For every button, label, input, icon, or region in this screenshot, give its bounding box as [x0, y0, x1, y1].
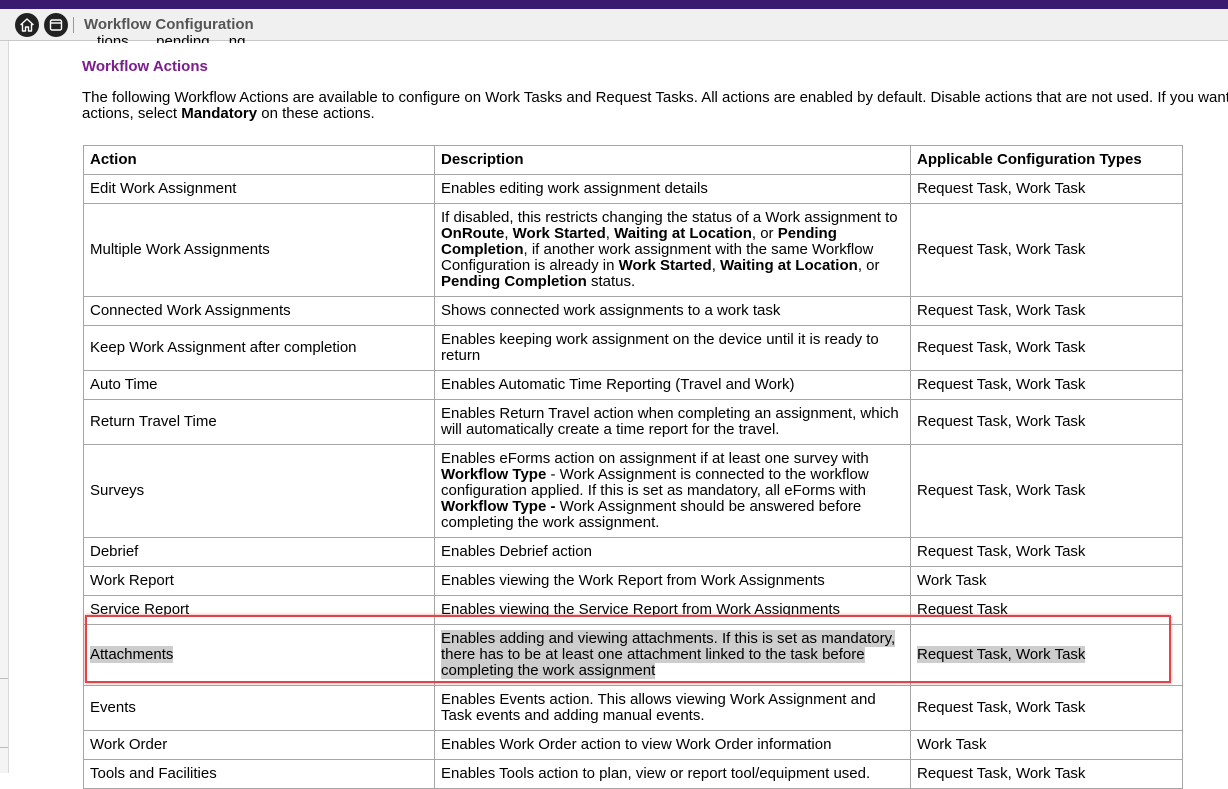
cell-types: Request Task, Work Task: [910, 325, 1183, 371]
cell-description: Enables Debrief action: [434, 537, 911, 567]
cell-description: Enables Work Order action to view Work O…: [434, 730, 911, 760]
table-row: Service Report Enables viewing the Servic…: [83, 595, 1183, 625]
cell-action: Work Order: [83, 730, 435, 760]
cell-description: If disabled, this restricts changing the…: [434, 203, 911, 297]
table-row: Multiple Work Assignments If disabled, th…: [83, 203, 1183, 297]
cell-description: Enables eForms action on assignment if a…: [434, 444, 911, 538]
cell-action: Tools and Facilities: [83, 759, 435, 789]
table-row: Work Report Enables viewing the Work Repo…: [83, 566, 1183, 596]
cell-description: Enables Events action. This allows viewi…: [434, 685, 911, 731]
cell-description: Enables keeping work assignment on the d…: [434, 325, 911, 371]
cell-description: Enables adding and viewing attachments. …: [434, 624, 911, 686]
intro-line-1: The following Workflow Actions are avail…: [82, 89, 1228, 106]
cell-description: Enables editing work assignment details: [434, 174, 911, 204]
table-row: Return Travel Time Enables Return Travel …: [83, 399, 1183, 445]
cell-types: Request Task, Work Task: [910, 174, 1183, 204]
cell-description: Enables Tools action to plan, view or re…: [434, 759, 911, 789]
cell-description: Enables viewing the Work Report from Wor…: [434, 566, 911, 596]
cell-types: Request Task, Work Task: [910, 370, 1183, 400]
cell-action: Edit Work Assignment: [83, 174, 435, 204]
table-row: Tools and Facilities Enables Tools action…: [83, 759, 1183, 789]
cell-types: Request Task, Work Task: [910, 759, 1183, 789]
cell-types: Work Task: [910, 566, 1183, 596]
cell-description: Shows connected work assignments to a wo…: [434, 296, 911, 326]
cell-description: Enables Return Travel action when comple…: [434, 399, 911, 445]
cell-types: Request Task, Work Task: [910, 444, 1183, 538]
home-icon: [20, 18, 34, 32]
table-row: Work Order Enables Work Order action to v…: [83, 730, 1183, 760]
intro-text: actions, select: [82, 105, 182, 122]
cell-types: Request Task, Work Task: [910, 203, 1183, 297]
intro-paragraph: The following Workflow Actions are avail…: [82, 90, 1228, 122]
table-row: Auto Time Enables Automatic Time Reportin…: [83, 370, 1183, 400]
window-icon: [49, 19, 63, 31]
cell-action: Service Report: [83, 595, 435, 625]
intro-text: on these actions.: [257, 105, 375, 122]
table-header-row: Action Description Applicable Configurat…: [83, 145, 1183, 175]
cell-description: Enables viewing the Service Report from …: [434, 595, 911, 625]
cell-action: Surveys: [83, 444, 435, 538]
table-row: Keep Work Assignment after completion Ena…: [83, 325, 1183, 371]
cell-description: Enables Automatic Time Reporting (Travel…: [434, 370, 911, 400]
column-header-description: Description: [434, 145, 911, 175]
cell-types: Request Task, Work Task: [910, 537, 1183, 567]
table-row: Connected Work Assignments Shows connecte…: [83, 296, 1183, 326]
cell-action: Multiple Work Assignments: [83, 203, 435, 297]
rail-tick: [0, 678, 8, 679]
cell-types: Request Task, Work Task: [910, 685, 1183, 731]
cell-action: Connected Work Assignments: [83, 296, 435, 326]
cell-action: Debrief: [83, 537, 435, 567]
intro-bold-text: Mandatory: [181, 105, 258, 122]
table-row: Edit Work Assignment Enables editing work…: [83, 174, 1183, 204]
cell-action: Auto Time: [83, 370, 435, 400]
cell-types: Request Task, Work Task: [910, 399, 1183, 445]
home-button[interactable]: [15, 13, 39, 37]
cell-types: Request Task, Work Task: [910, 296, 1183, 326]
window-button[interactable]: [44, 13, 68, 37]
table-row: Debrief Enables Debrief action Request Tas…: [83, 537, 1183, 567]
cell-action: Return Travel Time: [83, 399, 435, 445]
page-title: Workflow Configuration: [84, 16, 254, 33]
window-top-stripe: [0, 0, 1228, 9]
column-header-action: Action: [83, 145, 435, 175]
table-row: Events Enables Events action. This allows…: [83, 685, 1183, 731]
cell-types: Work Task: [910, 730, 1183, 760]
workflow-actions-table: Action Description Applicable Configurat…: [83, 145, 1183, 789]
toolbar-separator: [73, 17, 74, 33]
left-scroll-rail[interactable]: [0, 41, 9, 773]
section-heading: Workflow Actions: [82, 58, 208, 75]
cell-types: Request Task: [910, 595, 1183, 625]
cell-action: Work Report: [83, 566, 435, 596]
cell-types: Request Task, Work Task: [910, 624, 1183, 686]
clipped-previous-text: …tions, … pending …ng: [82, 33, 246, 43]
rail-tick: [0, 747, 8, 748]
cell-action: Events: [83, 685, 435, 731]
intro-line-2: actions, select Mandatory on these actio…: [82, 106, 1228, 122]
table-row: Attachments Enables adding and viewing at…: [83, 624, 1183, 686]
cell-action: Attachments: [83, 624, 435, 686]
cell-action: Keep Work Assignment after completion: [83, 325, 435, 371]
table-row: Surveys Enables eForms action on assignme…: [83, 444, 1183, 538]
column-header-types: Applicable Configuration Types: [910, 145, 1183, 175]
